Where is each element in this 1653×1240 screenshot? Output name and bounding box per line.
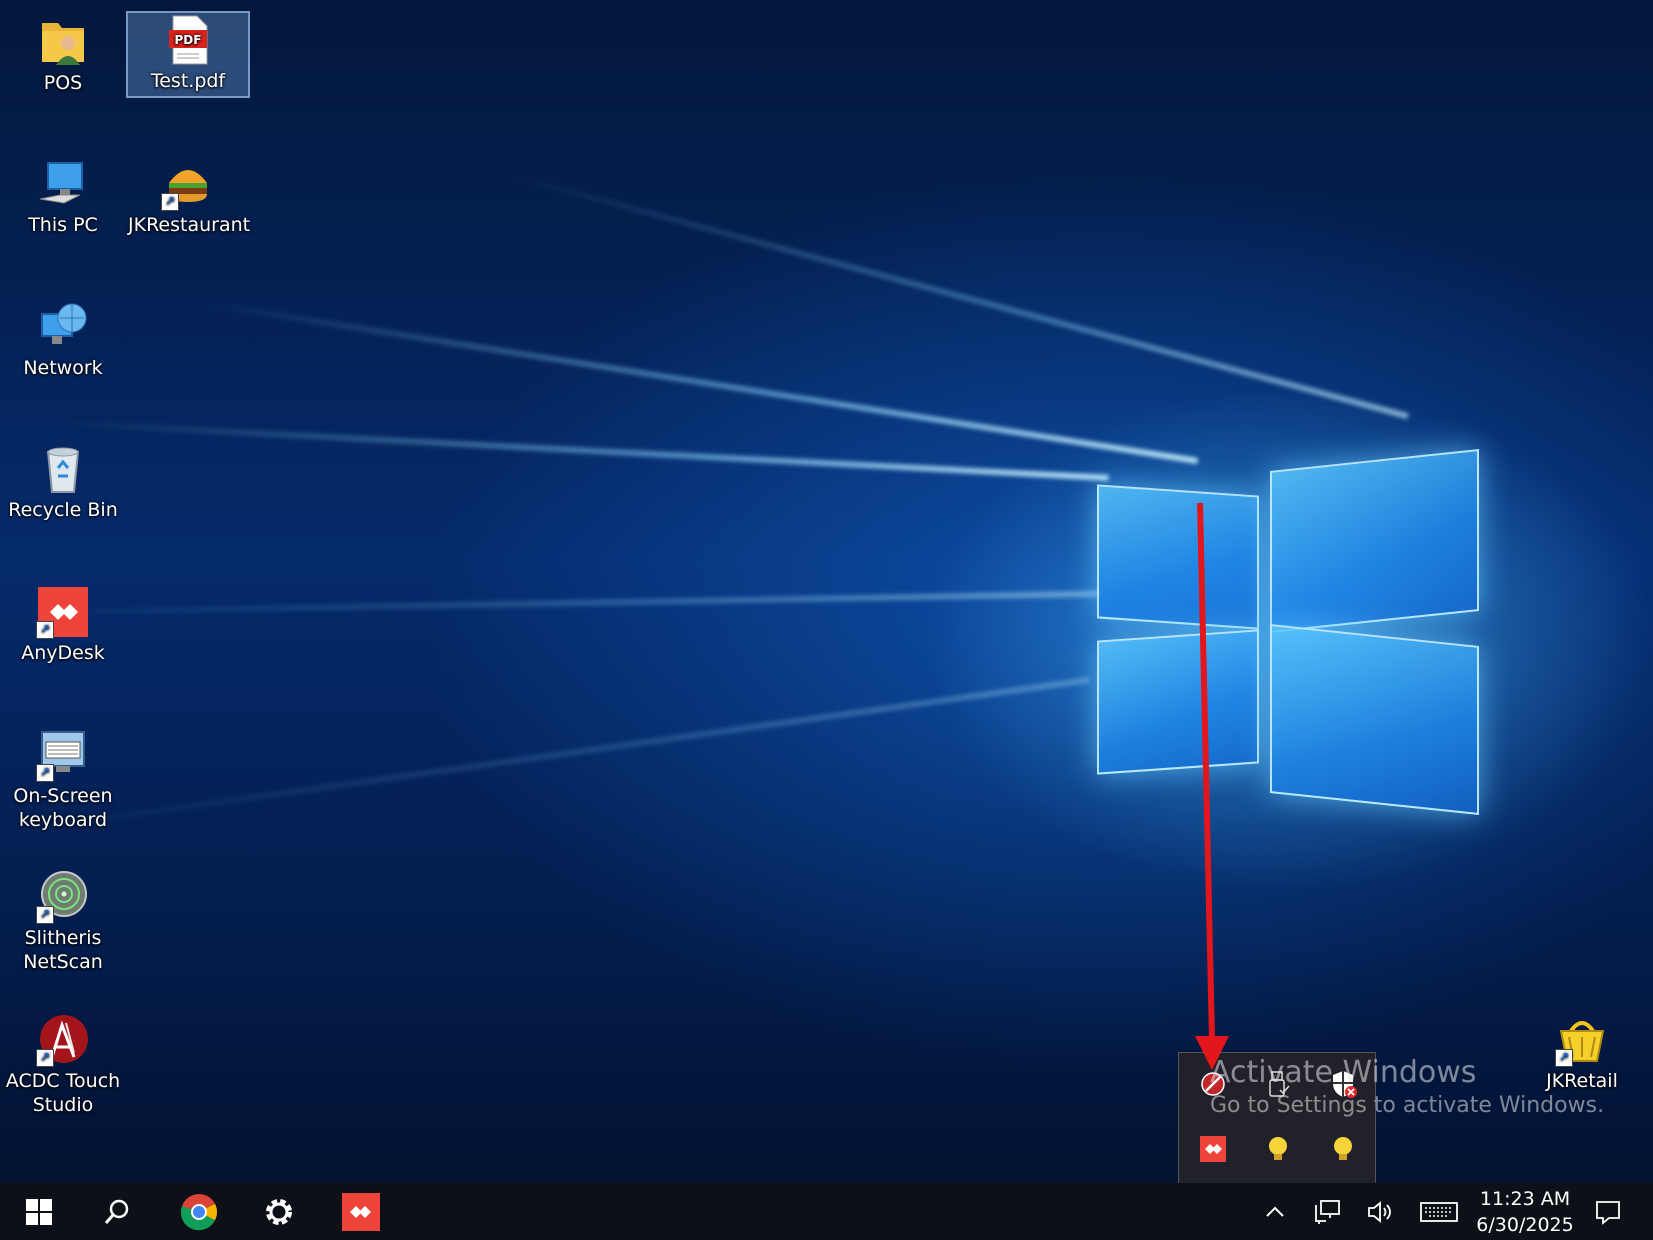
notification-icon[interactable]	[1590, 1183, 1626, 1240]
anydesk-icon[interactable]	[334, 1183, 388, 1240]
annotation-arrow	[1195, 502, 1229, 1070]
chevron-up-icon[interactable]	[1262, 1183, 1288, 1240]
network-icon[interactable]	[1310, 1183, 1346, 1240]
search-icon[interactable]	[90, 1183, 144, 1240]
gear-icon[interactable]	[252, 1183, 306, 1240]
windows-start-icon[interactable]	[12, 1183, 66, 1240]
chrome-icon[interactable]	[172, 1183, 226, 1240]
clock-date: 6/30/2025	[1476, 1214, 1574, 1236]
desktop: POS PDF Test.pdf This PC ↗ JKRestaurant …	[0, 0, 1653, 1183]
keyboard-icon[interactable]	[1418, 1183, 1460, 1240]
volume-icon[interactable]	[1362, 1183, 1398, 1240]
taskbar-clock[interactable]: 11:23 AM 6/30/2025	[1470, 1186, 1580, 1238]
clock-time: 11:23 AM	[1479, 1188, 1571, 1210]
taskbar	[0, 1183, 1653, 1240]
